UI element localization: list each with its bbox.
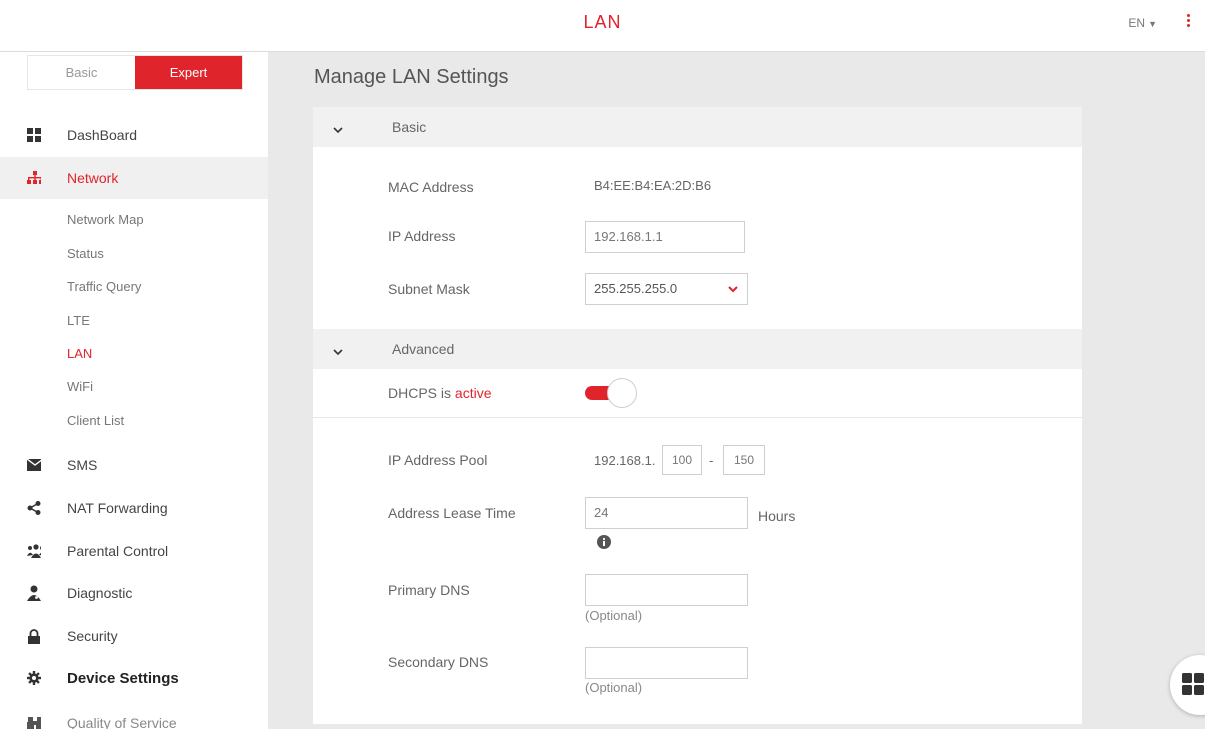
sidebar-subitem-traffic-query[interactable]: Traffic Query [67, 279, 141, 294]
lock-icon [27, 628, 41, 644]
sidebar-item-label: Diagnostic [67, 585, 133, 601]
dhcps-toggle[interactable] [585, 378, 639, 408]
sidebar-item-label: DashBoard [67, 127, 138, 143]
sidebar-subitem-wifi[interactable]: WiFi [67, 379, 93, 394]
info-icon[interactable] [597, 535, 611, 554]
mac-address-label: MAC Address [388, 179, 474, 195]
ip-pool-separator: - [709, 453, 714, 468]
section-title: Basic [392, 119, 427, 135]
dashboard-icon [27, 128, 41, 142]
chevron-down-icon [333, 121, 343, 134]
primary-dns-label: Primary DNS [388, 582, 470, 598]
gear-icon [27, 671, 41, 685]
secondary-dns-label: Secondary DNS [388, 654, 489, 670]
page-title: Manage LAN Settings [314, 66, 509, 88]
lease-time-unit: Hours [758, 508, 796, 524]
sidebar-item-parental-control[interactable]: Parental Control [0, 530, 268, 572]
sidebar-item-nat-forwarding[interactable]: NAT Forwarding [0, 487, 268, 529]
sidebar-item-label: Device Settings [67, 669, 179, 687]
lease-time-label: Address Lease Time [388, 505, 516, 521]
sidebar-subitem-status[interactable]: Status [67, 246, 104, 261]
dhcps-label-text: DHCPS is [388, 385, 452, 401]
toggle-knob [607, 378, 637, 408]
advanced-section-header[interactable]: Advanced [313, 329, 1082, 369]
ip-pool-end-input[interactable]: 150 [723, 445, 765, 475]
more-menu-icon[interactable] [1185, 14, 1191, 34]
subnet-mask-label: Subnet Mask [388, 281, 470, 297]
sidebar-item-label: Security [67, 628, 118, 644]
apps-grid-icon [1182, 673, 1204, 700]
expert-mode-button[interactable]: Expert [135, 56, 242, 89]
sidebar-subitem-network-map[interactable]: Network Map [67, 212, 144, 227]
sidebar-item-device-settings[interactable]: Device Settings [0, 657, 268, 699]
subnet-mask-value: 255.255.255.0 [594, 281, 678, 296]
language-label: EN [1128, 16, 1146, 30]
ip-pool-start-input[interactable]: 100 [662, 445, 702, 475]
page-header-title: LAN [583, 12, 622, 32]
binoculars-icon [27, 716, 41, 729]
chevron-down-icon [728, 274, 738, 304]
dhcps-label: DHCPS is active [388, 385, 491, 401]
divider [313, 417, 1082, 418]
network-icon [27, 171, 41, 185]
lease-time-input[interactable]: 24 [585, 497, 748, 529]
dhcps-status: active [454, 385, 492, 401]
ip-address-label: IP Address [388, 228, 456, 244]
primary-dns-note: (Optional) [585, 608, 643, 623]
sidebar-item-label: Quality of Service [67, 715, 177, 729]
sidebar-item-sms[interactable]: SMS [0, 444, 268, 486]
sidebar-subitem-client-list[interactable]: Client List [67, 413, 124, 428]
primary-dns-input[interactable] [585, 574, 748, 606]
basic-section-header[interactable]: Basic [313, 107, 1082, 147]
sidebar-item-diagnostic[interactable]: Diagnostic [0, 572, 268, 614]
sidebar-item-network[interactable]: Network [0, 157, 268, 199]
sidebar-item-dashboard[interactable]: DashBoard [0, 114, 268, 156]
users-icon [27, 544, 41, 558]
sidebar-item-label: SMS [67, 457, 98, 473]
sidebar-subitem-lte[interactable]: LTE [67, 313, 90, 328]
secondary-dns-note: (Optional) [585, 680, 643, 695]
sidebar-item-security[interactable]: Security [0, 615, 268, 657]
sidebar-item-label: Network [67, 170, 119, 186]
mac-address-value: B4:EE:B4:EA:2D:B6 [594, 178, 712, 193]
caret-down-icon: ▼ [1148, 19, 1157, 29]
top-bar: LAN EN ▼ [0, 0, 1205, 52]
lan-settings-panel: Basic MAC Address B4:EE:B4:EA:2D:B6 IP A… [313, 107, 1082, 724]
ip-pool-prefix: 192.168.1. [594, 453, 656, 468]
secondary-dns-input[interactable] [585, 647, 748, 679]
sidebar-subitem-lan[interactable]: LAN [67, 346, 92, 361]
subnet-mask-select[interactable]: 255.255.255.0 [585, 273, 748, 305]
sidebar-item-quality-of-service[interactable]: Quality of Service [0, 702, 268, 729]
section-title: Advanced [392, 341, 455, 357]
ip-pool-label: IP Address Pool [388, 452, 488, 468]
floating-apps-button[interactable] [1170, 655, 1205, 715]
envelope-icon [27, 458, 41, 472]
mode-toggle: Basic Expert [27, 55, 243, 90]
sidebar-item-label: Parental Control [67, 543, 169, 559]
chevron-down-icon [333, 343, 343, 356]
basic-mode-button[interactable]: Basic [28, 56, 135, 89]
share-icon [27, 501, 41, 515]
language-selector[interactable]: EN ▼ [1128, 16, 1157, 30]
ip-address-input[interactable]: 192.168.1.1 [585, 221, 745, 253]
doctor-icon [27, 585, 41, 601]
sidebar: Basic Expert DashBoard Network Network M… [0, 52, 268, 729]
sidebar-item-label: NAT Forwarding [67, 500, 168, 516]
